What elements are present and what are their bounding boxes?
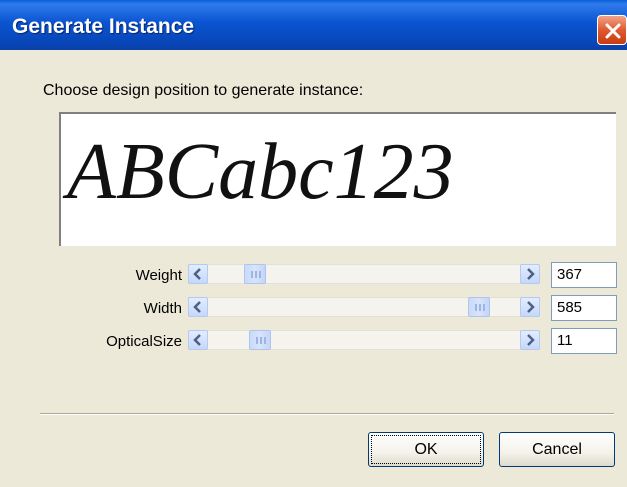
chevron-right-icon [527,301,535,313]
chevron-left-icon [193,301,201,313]
close-icon [605,23,621,39]
chevron-right-icon [527,334,535,346]
weight-label: Weight [135,267,182,284]
weight-slider-thumb[interactable] [244,264,266,284]
opticalsize-scroll-left-button[interactable] [188,330,208,350]
preview-text: ABCabc123 [67,128,454,216]
instruction-label: Choose design position to generate insta… [43,82,364,99]
separator [40,413,614,415]
cancel-button[interactable]: Cancel [499,432,615,467]
opticalsize-value-field[interactable]: 11 [551,328,617,354]
width-label: Width [143,300,182,317]
ok-button[interactable]: OK [368,432,484,467]
close-button[interactable] [597,15,627,45]
width-scroll-right-button[interactable] [520,297,540,317]
width-slider-thumb[interactable] [468,297,490,317]
weight-scroll-right-button[interactable] [520,264,540,284]
chevron-left-icon [193,268,201,280]
width-value-field[interactable]: 585 [551,295,617,321]
weight-slider[interactable] [188,264,540,284]
weight-scroll-left-button[interactable] [188,264,208,284]
window-title: Generate Instance [12,15,195,38]
chevron-right-icon [527,268,535,280]
opticalsize-scroll-right-button[interactable] [520,330,540,350]
opticalsize-slider[interactable] [188,330,540,350]
opticalsize-label: OpticalSize [106,333,182,350]
chevron-left-icon [193,334,201,346]
weight-value-field[interactable]: 367 [551,262,617,288]
preview-panel: ABCabc123 [59,112,616,246]
width-scroll-left-button[interactable] [188,297,208,317]
opticalsize-slider-thumb[interactable] [249,330,271,350]
width-slider[interactable] [188,297,540,317]
title-bar: Generate Instance [0,0,627,50]
